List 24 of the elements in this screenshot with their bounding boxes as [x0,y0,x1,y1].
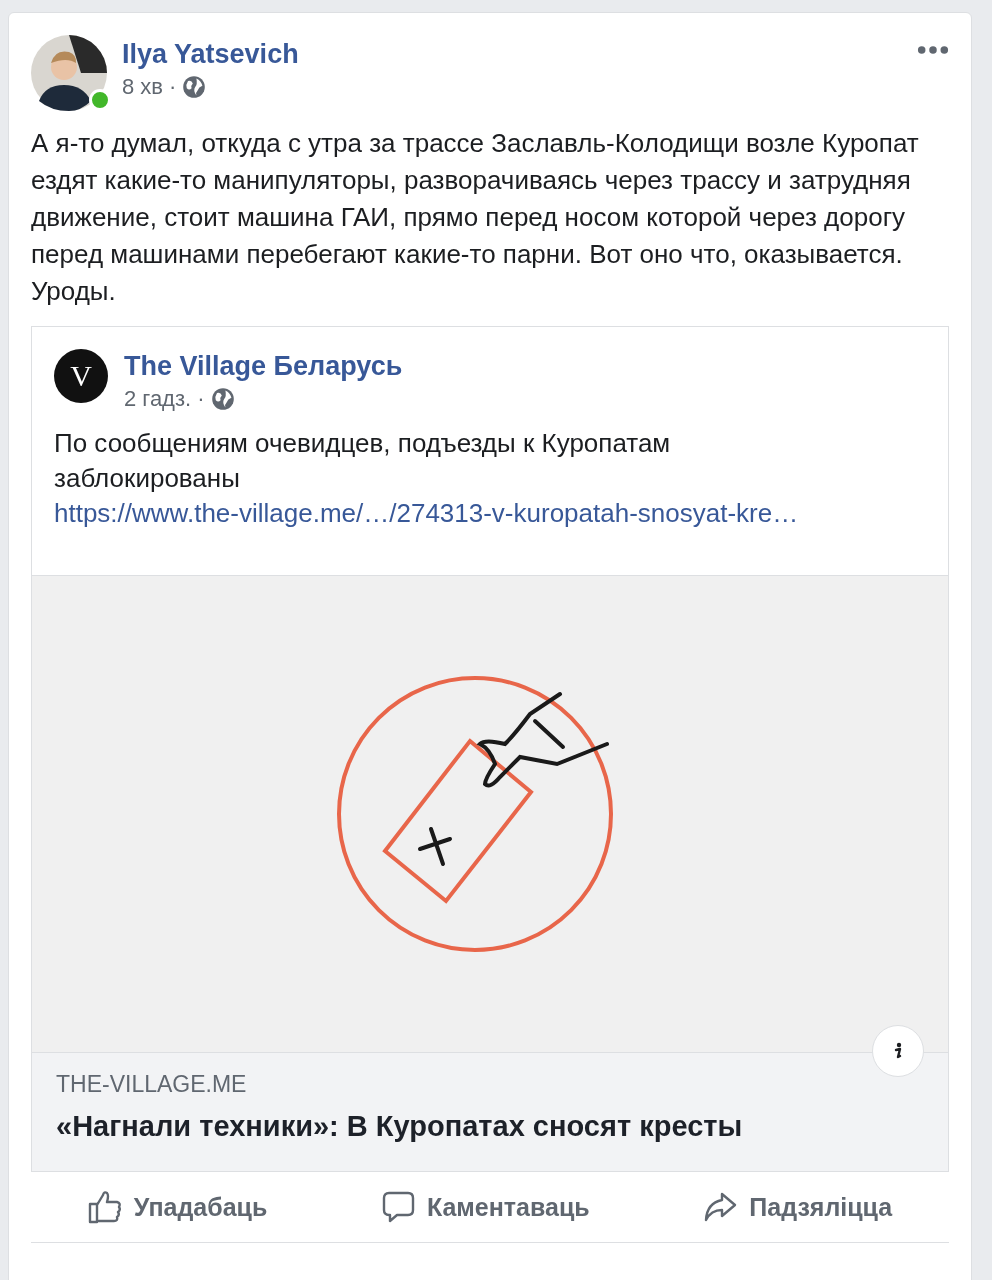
link-title: «Нагнали техники»: В Куропатах сносят кресты [56,1110,744,1143]
more-options-icon[interactable] [917,45,949,55]
separator-dot: · [197,386,205,412]
page-logo[interactable]: V [54,349,108,403]
post-time[interactable]: 2 гадз. [124,386,192,412]
shared-text: По сообщениям очевидцев, подъезды к Куропатам заблокированы [54,427,672,495]
author-name[interactable]: Ilya Yatsevich [122,39,902,70]
article-link[interactable]: https://www.the-village.me/…/274313-v-kuropatah-snosyat-kre… [54,496,799,531]
avatar-icon[interactable] [31,35,107,111]
share-arrow-icon [703,1190,738,1224]
thumbs-up-icon [87,1190,122,1224]
link-caption[interactable]: THE-VILLAGE.ME «Нагнали техники»: В Куропатах сносят кресты [32,1052,948,1171]
info-icon [893,1041,903,1061]
globe-icon [210,387,235,411]
share-button[interactable]: Падзяліцца [695,1186,901,1228]
post-time[interactable]: 8 хв [122,74,164,100]
post-text: А я-то думал, откуда с утра за трассе Заславль-Колодищи возле Куропат ездят какие-то манипуляторы, разворачиваясь через трассу и затрудняя движение, стоит машина ГАИ, прямо перед носом которой через дорогу перед машинами перебегают какие-то парни. Вот оно что, оказывается. Уроды. [31,127,920,308]
speech-bubble-icon [380,1190,415,1224]
like-button[interactable]: Упадабаць [79,1186,276,1228]
link-domain: THE-VILLAGE.ME [56,1071,248,1098]
page-name[interactable]: The Village Беларусь [124,351,926,382]
separator-dot: · [169,74,177,100]
globe-icon [182,75,207,99]
comment-button[interactable]: Каментаваць [372,1186,598,1228]
